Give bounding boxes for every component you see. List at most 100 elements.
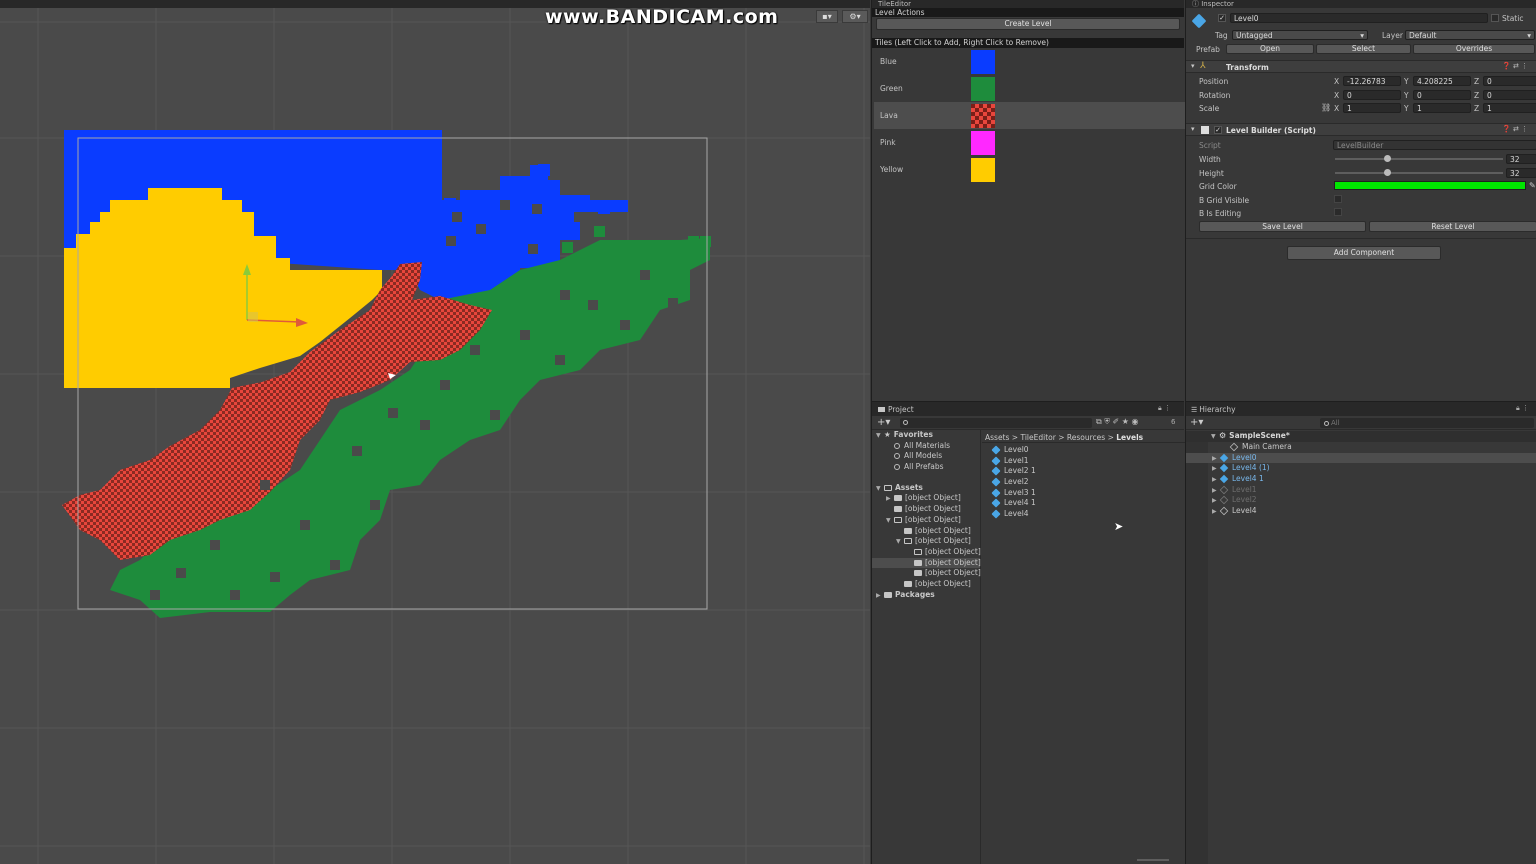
zoom-slider[interactable] [1137, 859, 1169, 861]
width-field[interactable]: 32 [1506, 154, 1536, 164]
folder-resources[interactable]: ▼ [object Object] [872, 536, 980, 547]
chevron-right-icon[interactable]: ▶ [1212, 496, 1220, 507]
constrain-proportions-icon[interactable]: ⛓ [1321, 103, 1331, 112]
scene-canvas[interactable] [0, 0, 870, 864]
scene-view[interactable]: www.BANDICAM.com ▪▾ ⚙▾ [0, 0, 870, 864]
create-object-button[interactable]: +▾ [1190, 417, 1203, 428]
favorite-item[interactable]: All Materials [872, 441, 980, 452]
hierarchy-item[interactable]: ▶ Level4 [1186, 506, 1536, 517]
prefab-overrides-button[interactable]: Overrides [1413, 44, 1535, 54]
rotation-x-field[interactable]: 0 [1343, 89, 1401, 100]
folder-editor[interactable]: [object Object] [872, 526, 980, 537]
folder-tileeditor[interactable]: ▼ [object Object] [872, 515, 980, 526]
chevron-icon[interactable]: ▼ [886, 516, 894, 527]
tile-row-pink[interactable]: Pink [874, 129, 1185, 156]
folder-magic-vfx[interactable]: ▶ [object Object] [872, 493, 980, 504]
tile-row-blue[interactable]: Blue [874, 48, 1185, 75]
chevron-right-icon[interactable]: ▶ [1212, 486, 1220, 497]
prefab-open-button[interactable]: Open [1226, 44, 1314, 54]
folder-tilemaps[interactable]: [object Object] [872, 579, 980, 590]
add-component-button[interactable]: Add Component [1287, 246, 1441, 260]
tile-row-yellow[interactable]: Yellow [874, 156, 1185, 183]
active-checkbox[interactable]: ✓ [1218, 14, 1226, 22]
scale-y-field[interactable]: 1 [1413, 103, 1471, 113]
tile-row-green[interactable]: Green [874, 75, 1185, 102]
folder-extratiles[interactable]: [object Object] [872, 547, 981, 558]
breadcrumb-item[interactable]: Assets [985, 433, 1009, 442]
tile-swatch-yellow[interactable] [971, 158, 995, 182]
height-slider-track[interactable] [1335, 172, 1503, 174]
position-x-field[interactable]: -12.26783 [1343, 76, 1401, 86]
object-name-field[interactable]: Level0 [1230, 13, 1488, 23]
prefab-file[interactable]: Level1 [991, 456, 1182, 467]
scene-root[interactable]: ▼ ⚙ SampleScene* [1186, 431, 1536, 442]
folder-tiles[interactable]: [object Object] [872, 568, 981, 579]
reset-level-button[interactable]: Reset Level [1369, 221, 1536, 232]
transform-header[interactable]: ▾ ⅄ Transform ❓ ⇄ ⋮ [1186, 60, 1536, 73]
project-search-input[interactable] [900, 418, 1092, 428]
breadcrumb-item[interactable]: TileEditor [1020, 433, 1055, 442]
static-checkbox[interactable] [1491, 14, 1499, 22]
tile-editor-tab[interactable]: TileEditor [872, 0, 1184, 8]
favorite-item[interactable]: All Prefabs [872, 462, 980, 473]
tile-swatch-green[interactable] [971, 77, 995, 101]
hierarchy-search-input[interactable]: All [1320, 418, 1534, 428]
tile-swatch-pink[interactable] [971, 131, 995, 155]
level-builder-header[interactable]: ▾ ✓ Level Builder (Script) ❓ ⇄ ⋮ [1186, 123, 1536, 136]
layer-dropdown[interactable]: Default ▾ [1405, 30, 1535, 40]
packages-folder[interactable]: ▶ Packages [872, 590, 980, 601]
chevron-right-icon[interactable]: ▶ [1212, 464, 1220, 475]
prefab-file[interactable]: Level4 1 [991, 498, 1182, 509]
favorites-section[interactable]: ▼ ★ Favorites [872, 430, 980, 441]
tag-dropdown[interactable]: Untagged ▾ [1232, 30, 1368, 40]
scale-z-field[interactable]: 1 [1483, 103, 1536, 113]
grid-visible-checkbox[interactable] [1334, 195, 1342, 203]
hierarchy-item[interactable]: ▶ Level4 (1) [1186, 463, 1536, 474]
favorite-item[interactable]: All Models [872, 451, 980, 462]
hierarchy-item[interactable]: ▶ Level0 [1186, 452, 1536, 465]
prefab-file[interactable]: Level2 [991, 477, 1182, 488]
hierarchy-item[interactable]: ▶ Level2 [1186, 495, 1536, 506]
chevron-right-icon[interactable]: ▶ [1212, 475, 1220, 486]
rotation-z-field[interactable]: 0 [1483, 89, 1536, 100]
tile-swatch-blue[interactable] [971, 50, 995, 74]
hierarchy-tab[interactable]: ☰ Hierarchy [1191, 405, 1236, 414]
prefab-select-button[interactable]: Select [1316, 44, 1411, 54]
camera-menu-button[interactable]: ▪▾ [816, 10, 838, 23]
grid-color-field[interactable] [1334, 181, 1526, 190]
chevron-right-icon[interactable]: ▶ [1212, 454, 1220, 465]
scale-x-field[interactable]: 1 [1343, 103, 1401, 113]
position-y-field[interactable]: 4.208225 [1413, 76, 1471, 86]
tile-swatch-lava[interactable] [971, 104, 995, 128]
tile-row-lava[interactable]: Lava [874, 102, 1185, 129]
gizmo-toggle-button[interactable]: ⚙▾ [842, 10, 868, 23]
create-asset-button[interactable]: +▾ [877, 417, 890, 428]
height-field[interactable]: 32 [1506, 168, 1536, 178]
prefab-file[interactable]: Level3 1 [991, 488, 1182, 499]
height-slider-handle[interactable] [1384, 169, 1391, 176]
hierarchy-item[interactable]: ▶ Level1 [1186, 485, 1536, 496]
prefab-file[interactable]: Level2 1 [991, 466, 1182, 477]
assets-folder[interactable]: ▼ Assets [872, 483, 980, 494]
folder-scenes[interactable]: [object Object] [872, 504, 980, 515]
folder-levels[interactable]: [object Object] [872, 557, 981, 569]
breadcrumb-item[interactable]: Levels [1116, 433, 1143, 442]
chevron-icon[interactable]: ▼ [896, 537, 904, 548]
project-tab[interactable]: Project [878, 405, 914, 414]
inspector-tab[interactable]: ⓘ Inspector [1186, 0, 1536, 8]
lock-icon[interactable]: 🔒︎ ⋮ [1516, 404, 1529, 413]
prefab-file[interactable]: Level4 [991, 509, 1182, 520]
position-z-field[interactable]: 0 [1483, 76, 1536, 86]
width-slider-handle[interactable] [1384, 155, 1391, 162]
width-slider-track[interactable] [1335, 158, 1503, 160]
is-editing-checkbox[interactable] [1334, 208, 1342, 216]
component-enabled-checkbox[interactable]: ✓ [1214, 126, 1222, 134]
breadcrumb-item[interactable]: Resources [1067, 433, 1105, 442]
component-menu-icons[interactable]: ❓ ⇄ ⋮ [1502, 62, 1528, 70]
hierarchy-item[interactable]: Main Camera [1186, 442, 1536, 453]
hierarchy-item[interactable]: ▶ Level4 1 [1186, 474, 1536, 485]
lock-icon[interactable]: 🔒︎ ⋮ [1158, 404, 1171, 413]
prefab-file[interactable]: Level0 [991, 445, 1182, 456]
save-level-button[interactable]: Save Level [1199, 221, 1366, 232]
component-menu-icons[interactable]: ❓ ⇄ ⋮ [1502, 125, 1528, 133]
